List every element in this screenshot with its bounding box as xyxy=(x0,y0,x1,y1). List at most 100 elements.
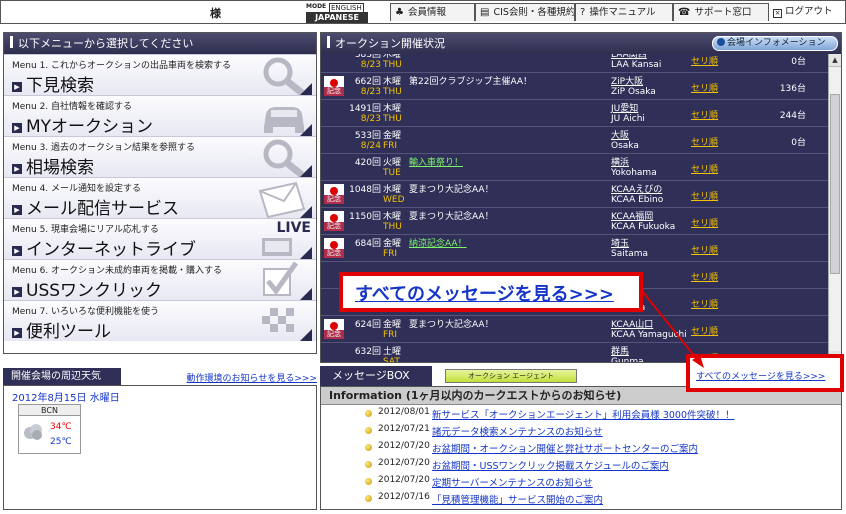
menu-panel-title: 以下メニューから選択してください xyxy=(18,37,194,50)
flag-icon: 記念 xyxy=(324,211,344,231)
auction-row: 420回 火曜 TUE 輸入車祭り！ 横浜 Yokohama セリ順 xyxy=(321,154,829,181)
venue-en: ZiP Osaka xyxy=(611,87,656,97)
venue-link[interactable]: ZiP大阪 xyxy=(611,74,643,87)
bid-order-link[interactable]: セリ順 xyxy=(691,324,718,337)
session-number: 1491回 xyxy=(349,104,381,114)
event-name[interactable]: 輸入車祭り！ xyxy=(409,155,463,168)
event-name[interactable]: 納涼記念AA！ xyxy=(409,236,467,249)
weekday-en: THU xyxy=(383,222,402,232)
nav-member-info[interactable]: ♣ 会員情報 xyxy=(390,3,475,21)
all-messages-link-big[interactable]: すべてのメッセージを見る>>> xyxy=(355,280,614,306)
weekday: 木曜 xyxy=(383,77,402,87)
news-item: 2012/07/20 お盆期間・USSワンクリック掲載スケジュールのご案内 xyxy=(321,456,841,473)
environment-notice-link[interactable]: 動作環境のお知らせを見る>>> xyxy=(187,371,317,384)
news-link[interactable]: 諸元データ検索メンテナンスのお知らせ xyxy=(432,424,603,438)
header-bar-mark xyxy=(10,36,13,48)
arrow-icon: ▶ xyxy=(12,82,22,92)
menu-item-title: ▶ 下見検索 xyxy=(12,71,94,95)
nav-support[interactable]: ☎ サポート窓口 xyxy=(673,3,769,21)
weekday-en: TUE xyxy=(383,168,401,178)
session-number: 420回 xyxy=(354,158,381,168)
tab-message-box[interactable]: メッセージBOX xyxy=(320,366,432,386)
bid-order-link[interactable]: セリ順 xyxy=(691,216,718,229)
menu-item-sub: Menu 5. 現車会場にリアル応札する xyxy=(12,225,159,235)
auction-scrollbar[interactable]: ▲ ▼ xyxy=(828,54,841,362)
help-icon: ? xyxy=(580,7,586,18)
weather-box: 2012年8月15日 水曜日 BCN 34℃ 25℃ xyxy=(3,385,317,510)
mode-japanese-button[interactable]: JAPANESE xyxy=(306,12,368,23)
menu-item-title: ▶ インターネットライブ xyxy=(12,235,196,259)
venue-link[interactable]: JU愛知 xyxy=(611,101,638,114)
cloud-icon xyxy=(24,424,42,440)
auction-status-panel: オークション開催状況 会場インフォメーション 383回 8/23 木曜 THU LAA関… xyxy=(320,32,842,363)
bid-order-link[interactable]: セリ順 xyxy=(691,297,718,310)
bid-order-link[interactable]: セリ順 xyxy=(691,81,718,94)
menu-item-mail-service[interactable]: Menu 4. メール通知を設定する ▶ メール配信サービス xyxy=(4,177,316,218)
weather-header: 開催会場の周辺天気 動作環境のお知らせを見る>>> xyxy=(3,368,317,385)
tab-auction-agent[interactable]: オークション エージェント xyxy=(445,369,577,383)
bid-order-link[interactable]: セリ順 xyxy=(691,135,718,148)
venue-en: Osaka xyxy=(611,141,639,151)
bid-order-link[interactable]: セリ順 xyxy=(691,54,718,67)
scroll-thumb[interactable] xyxy=(830,94,840,274)
session-number: 662回 xyxy=(354,77,381,87)
flag-label: 記念 xyxy=(324,195,344,204)
venue-link[interactable]: KCAAえびの xyxy=(611,182,662,195)
phone-icon: ☎ xyxy=(678,7,691,18)
info-icon xyxy=(717,38,725,46)
all-messages-callout-small[interactable]: すべてのメッセージを見る>>> xyxy=(686,354,844,392)
bullet-icon xyxy=(365,427,372,434)
language-mode-switch[interactable]: MODE ENGLISH JAPANESE xyxy=(306,3,370,23)
scroll-up-icon[interactable]: ▲ xyxy=(829,54,841,67)
news-link[interactable]: お盆期間・USSワンクリック掲載スケジュールのご案内 xyxy=(432,458,669,472)
news-link[interactable]: お盆期間・オークション開催と弊社サポートセンターのご案内 xyxy=(432,441,698,455)
vehicle-count: 0台 xyxy=(791,57,806,67)
vehicle-count: 244台 xyxy=(779,111,806,121)
logout-button[interactable]: × ログアウト xyxy=(769,3,845,23)
arrow-icon: ▶ xyxy=(12,287,22,297)
venue-link[interactable]: 群馬 xyxy=(611,344,629,357)
menu-item-my-auction[interactable]: Menu 2. 自社情報を確認する ▶ MYオークション xyxy=(4,95,316,136)
weekday-en: THU xyxy=(383,60,402,70)
venue-info-button[interactable]: 会場インフォメーション xyxy=(712,36,838,51)
vehicle-count: 0台 xyxy=(791,138,806,148)
menu-item-internet-live[interactable]: Menu 5. 現車会場にリアル応札する ▶ インターネットライブ LIVE xyxy=(4,218,316,259)
menu-item-preview-search[interactable]: Menu 1. これからオークションの出品車両を検索する ▶ 下見検索 xyxy=(4,54,316,95)
news-link[interactable]: 「見積管理機能」サービス開始のご案内 xyxy=(432,492,603,506)
venue-link[interactable]: KCAA福岡 xyxy=(611,209,653,222)
venue-en: LAA Kansai xyxy=(611,60,662,70)
venue-link[interactable]: 横浜 xyxy=(611,155,629,168)
bullet-icon xyxy=(365,461,372,468)
bid-order-link[interactable]: セリ順 xyxy=(691,162,718,175)
news-link[interactable]: 定期サーバーメンテナンスのお知らせ xyxy=(432,475,593,489)
bid-order-link[interactable]: セリ順 xyxy=(691,189,718,202)
menu-item-uss-oneclick[interactable]: Menu 6. オークション未成約車両を掲載・購入する ▶ USSワンクリック xyxy=(4,259,316,300)
message-tabs: メッセージBOX オークション エージェント xyxy=(320,366,686,386)
event-name: 夏まつり大記念AA！ xyxy=(409,185,494,195)
envelope-icon xyxy=(258,181,312,218)
weekday-en: FRI xyxy=(383,249,398,259)
weather-title: 開催会場の周辺天気 xyxy=(3,368,121,385)
news-date: 2012/07/20 xyxy=(378,475,430,485)
nav-rules[interactable]: ▤ CIS会則・各種規約 xyxy=(475,3,575,21)
venue-link[interactable]: 大阪 xyxy=(611,128,629,141)
logout-icon: × xyxy=(773,9,782,18)
bid-order-link[interactable]: セリ順 xyxy=(691,108,718,121)
news-link[interactable]: 新サービス「オークションエージェント」利用会員様 3000件突破！！ xyxy=(432,407,735,421)
bid-order-link[interactable]: セリ順 xyxy=(691,243,718,256)
menu-item-tools[interactable]: Menu 7. いろいろな便利機能を使う ▶ 便利ツール xyxy=(4,300,316,341)
nav-manual[interactable]: ? 操作マニュアル xyxy=(575,3,673,21)
venue-link[interactable]: KCAA山口 xyxy=(611,317,653,330)
venue-en: Gunma xyxy=(611,357,644,363)
session-number: 1048回 xyxy=(349,185,381,195)
weather-card: BCN 34℃ 25℃ xyxy=(18,404,81,454)
all-messages-callout-big[interactable]: すべてのメッセージを見る>>> xyxy=(339,272,643,312)
bid-order-link[interactable]: セリ順 xyxy=(691,270,718,283)
event-name: 夏まつり大記念AA！ xyxy=(409,320,494,330)
logout-label: ログアウト xyxy=(785,6,833,17)
auction-row: 記念 662回 8/23 木曜 THU 第22回クラブジップ主催AA！ ZiP大阪 ZiP O… xyxy=(321,73,829,100)
venue-link[interactable]: 埼玉 xyxy=(611,236,629,249)
news-date: 2012/07/21 xyxy=(378,424,430,434)
all-messages-link-small[interactable]: すべてのメッセージを見る>>> xyxy=(696,369,825,382)
menu-item-market-search[interactable]: Menu 3. 過去のオークション結果を参照する ▶ 相場検索 xyxy=(4,136,316,177)
